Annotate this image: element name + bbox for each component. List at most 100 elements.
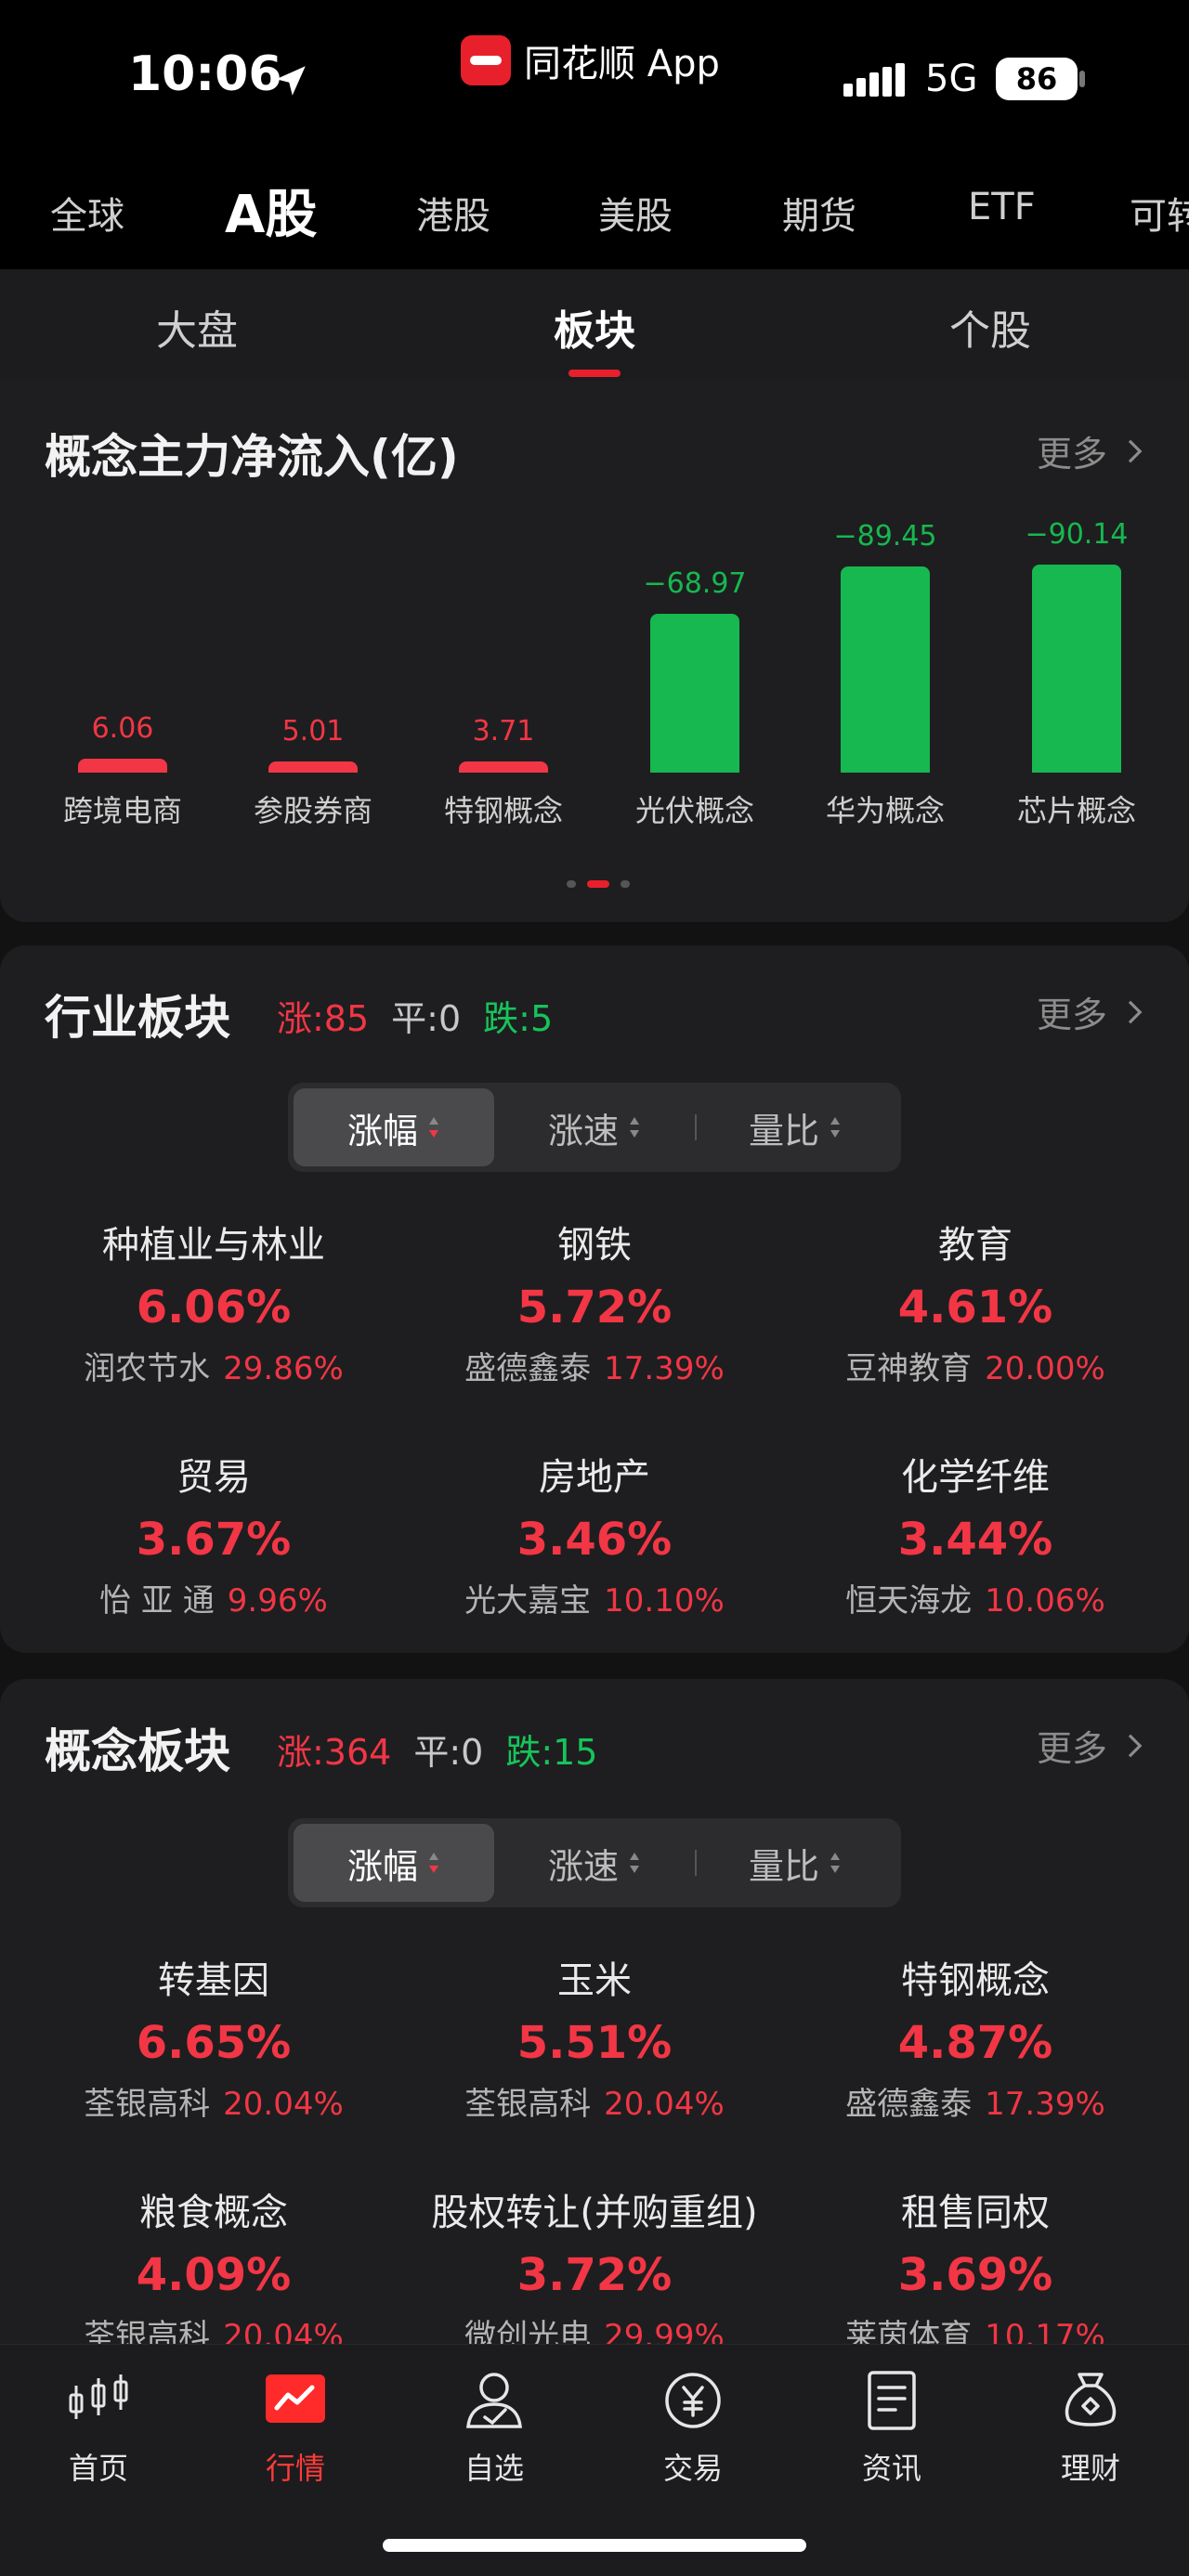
bar-2[interactable]	[459, 761, 548, 773]
money-bag-icon	[1065, 2373, 1117, 2426]
leading-stock-change: 29.86%	[223, 1350, 344, 1387]
leading-stock: 光大嘉宝	[464, 1582, 592, 1620]
bar-3[interactable]	[650, 613, 739, 773]
tab-global[interactable]: 全球	[50, 186, 124, 240]
concept-item[interactable]: 租售同权 3.69% 莱茵体育 10.17%	[780, 2182, 1170, 2356]
bar-0[interactable]	[78, 758, 167, 773]
sector-name: 化学纤维	[901, 1456, 1050, 1499]
leading-stock: 恒天海龙	[845, 1582, 973, 1620]
yuan-icon	[665, 2373, 721, 2428]
chevron-right-icon	[1128, 1000, 1143, 1023]
tab-futures[interactable]: 期货	[782, 186, 856, 240]
location-arrow-icon	[276, 66, 306, 96]
subtab-stocks[interactable]: 个股	[851, 297, 1130, 357]
nav-label: 首页	[68, 2451, 128, 2486]
chevron-right-icon	[1128, 439, 1143, 462]
concept-item[interactable]: 转基因 6.65% 荃银高科 20.04%	[19, 1950, 409, 2124]
concept-item[interactable]: 特钢概念 4.87% 盛德鑫泰 17.39%	[780, 1950, 1170, 2124]
candlestick-icon	[69, 2374, 128, 2419]
sector-change: 4.87%	[897, 2017, 1053, 2069]
leading-stock-change: 10.10%	[604, 1582, 725, 1620]
sort-label: 量比	[748, 1110, 819, 1151]
status-bar: 10:06 同花顺 App 5G 86	[0, 0, 1189, 149]
sector-name: 房地产	[539, 1456, 650, 1499]
app-logo-icon	[461, 35, 511, 85]
sort-by-volume-ratio[interactable]: 量比	[695, 1824, 895, 1902]
leading-stock: 荃银高科	[84, 2086, 211, 2123]
sort-label: 量比	[748, 1845, 819, 1887]
sort-active-icon	[429, 1853, 438, 1873]
user-icon	[466, 2373, 522, 2428]
tab-us-stocks[interactable]: 美股	[598, 186, 673, 240]
bar-5[interactable]	[1032, 565, 1121, 773]
leading-stock: 豆神教育	[845, 1350, 973, 1387]
sort-by-change[interactable]: 涨幅	[294, 1824, 494, 1902]
sector-name: 特钢概念	[901, 1959, 1050, 2002]
industry-item[interactable]: 钢铁 5.72% 盛德鑫泰 17.39%	[399, 1215, 790, 1388]
concept-flow-more-button[interactable]: 更多	[1037, 425, 1148, 476]
concept-item[interactable]: 玉米 5.51% 荃银高科 20.04%	[399, 1950, 790, 2124]
sort-by-change[interactable]: 涨幅	[294, 1088, 494, 1166]
subtab-sectors[interactable]: 板块	[455, 297, 734, 357]
sector-change: 4.09%	[136, 2249, 292, 2301]
concept-up-count: 涨:364	[277, 1732, 392, 1773]
nav-market[interactable]: 行情	[203, 2365, 388, 2488]
chevron-right-icon	[1128, 1734, 1143, 1757]
sort-label: 涨速	[547, 1845, 619, 1887]
tab-hk-stocks[interactable]: 港股	[416, 186, 490, 240]
sort-by-volume-ratio[interactable]: 量比	[695, 1088, 895, 1166]
sort-label: 涨幅	[346, 1845, 418, 1887]
nav-trade[interactable]: 交易	[600, 2365, 786, 2488]
industry-item[interactable]: 种植业与林业 6.06% 润农节水 29.86%	[19, 1215, 409, 1388]
tab-convertible[interactable]: 可转	[1130, 186, 1189, 240]
nav-news[interactable]: 资讯	[799, 2365, 985, 2488]
sector-name: 租售同权	[901, 2192, 1050, 2234]
bar-4[interactable]	[841, 566, 930, 773]
concept-down-count: 跌:15	[505, 1732, 598, 1773]
concept-more-button[interactable]: 更多	[1037, 1720, 1148, 1771]
nav-home[interactable]: 首页	[6, 2365, 191, 2488]
industry-item[interactable]: 房地产 3.46% 光大嘉宝 10.10%	[399, 1447, 790, 1620]
tab-a-shares[interactable]: A股	[225, 173, 317, 248]
nav-label: 理财	[1060, 2451, 1120, 2486]
concept-flat-count: 平:0	[413, 1732, 484, 1773]
sector-change: 3.67%	[136, 1514, 292, 1566]
sector-name: 种植业与林业	[102, 1224, 325, 1267]
sector-name: 钢铁	[557, 1224, 632, 1267]
concept-item[interactable]: 股权转让(并购重组) 3.72% 微创光电 29.99%	[399, 2182, 790, 2356]
more-label: 更多	[1036, 1728, 1107, 1769]
nav-label: 自选	[464, 2451, 524, 2486]
sector-name: 粮食概念	[139, 2192, 288, 2234]
page-dot	[621, 880, 630, 888]
industry-item[interactable]: 化学纤维 3.44% 恒天海龙 10.06%	[780, 1447, 1170, 1620]
sort-label: 涨速	[547, 1110, 619, 1151]
concept-flow-card: 概念主力净流入(亿) 更多	[0, 381, 1189, 922]
subtab-market-overview[interactable]: 大盘	[58, 297, 336, 357]
app-indicator: 同花顺 App	[461, 33, 720, 87]
sector-name: 贸易	[176, 1456, 251, 1499]
bar-value-label: 5.01	[281, 714, 345, 748]
bar-1[interactable]	[268, 761, 358, 773]
nav-label: 行情	[265, 2451, 325, 2486]
sort-active-icon	[429, 1117, 438, 1138]
sort-icon	[630, 1853, 639, 1873]
concept-counts: 涨:364 平:0 跌:15	[277, 1724, 598, 1775]
page-dot	[567, 880, 576, 888]
sort-by-speed[interactable]: 涨速	[494, 1088, 695, 1166]
industry-more-button[interactable]: 更多	[1037, 986, 1148, 1037]
nav-watchlist[interactable]: 自选	[401, 2365, 587, 2488]
nav-wealth[interactable]: 理财	[998, 2365, 1183, 2488]
sort-by-speed[interactable]: 涨速	[494, 1824, 695, 1902]
sector-name: 转基因	[158, 1959, 269, 2002]
industry-item[interactable]: 教育 4.61% 豆神教育 20.00%	[780, 1215, 1170, 1388]
bar-category-label: 跨境电商	[62, 793, 182, 828]
concept-flow-title: 概念主力净流入(亿)	[45, 430, 459, 484]
industry-down-count: 跌:5	[483, 998, 554, 1039]
concept-item[interactable]: 粮食概念 4.09% 荃银高科 20.04%	[19, 2182, 409, 2356]
tab-etf[interactable]: ETF	[968, 186, 1036, 228]
sector-change: 3.44%	[897, 1514, 1053, 1566]
bar-value-label: −68.97	[643, 566, 747, 600]
battery-tip	[1079, 71, 1085, 87]
leading-stock-change: 17.39%	[604, 1350, 725, 1387]
industry-item[interactable]: 贸易 3.67% 怡 亚 通 9.96%	[19, 1447, 409, 1620]
